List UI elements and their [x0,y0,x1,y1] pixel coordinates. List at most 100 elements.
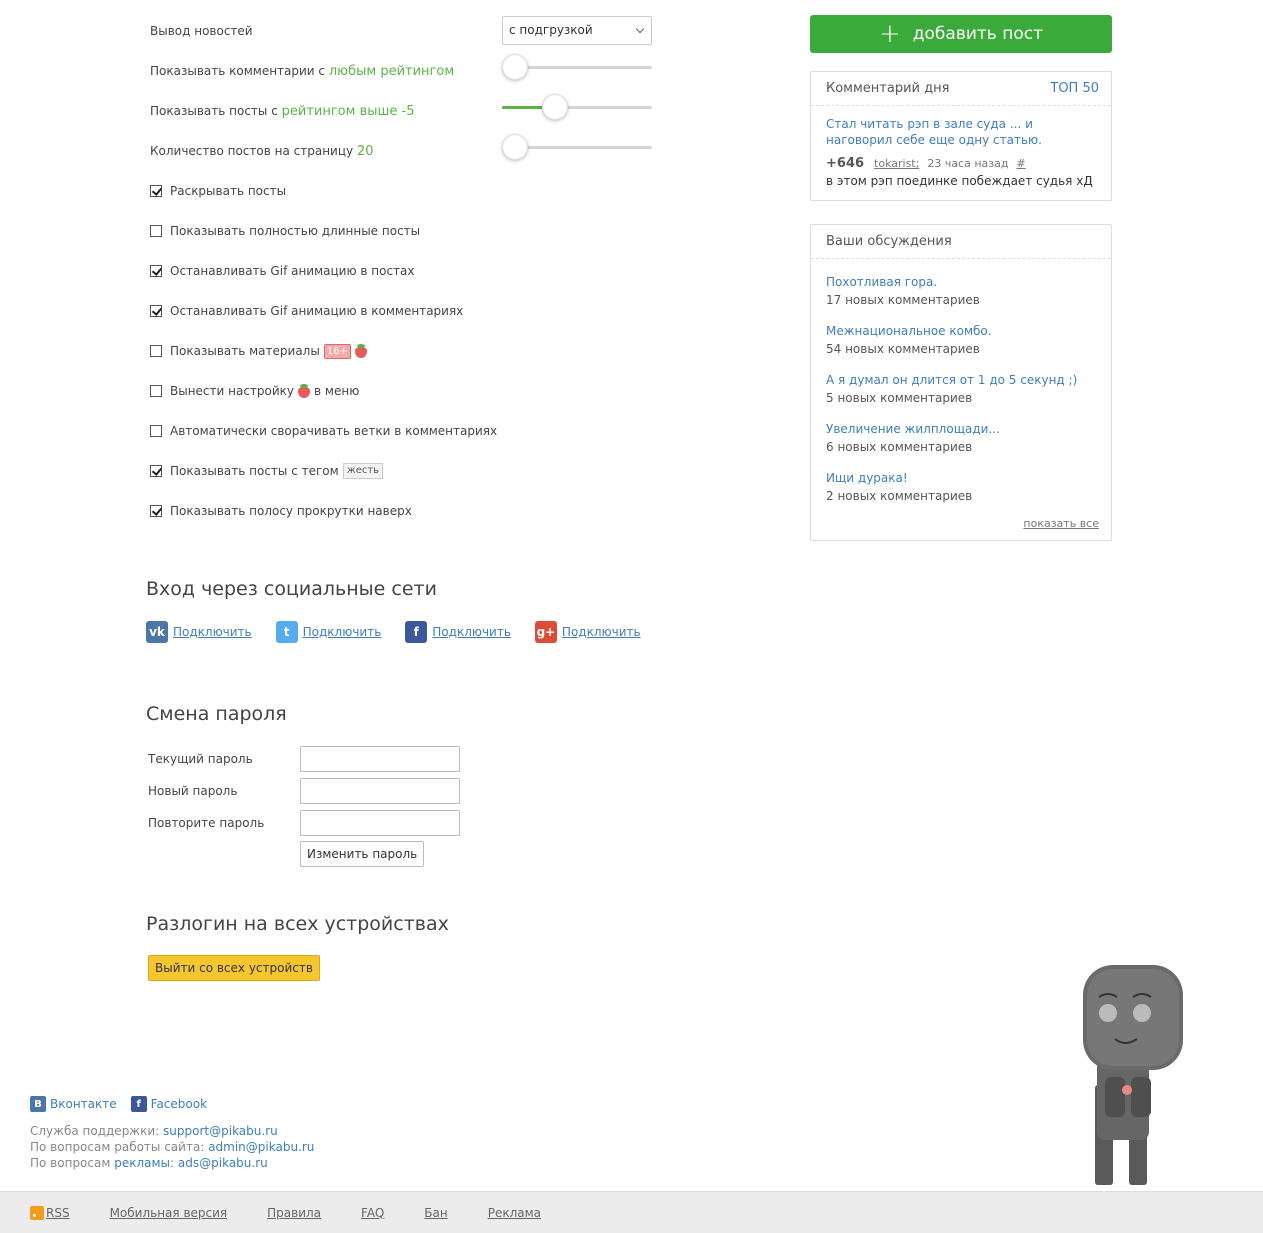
checkbox-checked[interactable] [150,505,162,517]
ads-footer-link[interactable]: Реклама [488,1206,541,1220]
list-item: А я думал он длится от 1 до 5 секунд ;) … [826,371,1096,407]
list-item: Ищи дурака! 2 новых комментариев [826,469,1096,505]
top50-link[interactable]: ТОП 50 [1050,81,1099,96]
slider-knob[interactable] [542,94,568,120]
comment-text: в этом рэп поединке побеждает судья хД [826,174,1093,188]
logout-all-button[interactable]: Выйти со всех устройств [148,955,320,981]
comment-of-day-post-link[interactable]: Стал читать рэп в зале суда ... и нагово… [811,106,1111,148]
twitter-icon: t [275,621,298,643]
footer-facebook-link[interactable]: Facebook [151,1097,207,1111]
checkbox-row-adult-content[interactable]: Показывать материалы 16+ [150,341,660,361]
discussion-link[interactable]: Похотливая гора. [826,273,1096,291]
support-line: Служба поддержки: support@pikabu.ru [30,1123,314,1139]
posts-per-page-value: 20 [356,143,374,159]
comments-rating-slider[interactable] [502,54,652,80]
checkbox-unchecked[interactable] [150,385,162,397]
faq-link[interactable]: FAQ [361,1206,384,1220]
show-all-link[interactable]: показать все [811,505,1111,540]
connect-link[interactable]: Подключить [173,625,252,639]
connect-link[interactable]: Подключить [562,625,641,639]
checkbox-row-tag-posts[interactable]: Показывать посты с тегом жесть [150,461,660,481]
checkbox-checked[interactable] [150,465,162,477]
ban-link[interactable]: Бан [424,1206,447,1220]
rules-link[interactable]: Правила [267,1206,321,1220]
repeat-password-input[interactable] [300,810,460,836]
ads-line: По вопросам рекламы: ads@pikabu.ru [30,1156,268,1170]
posts-per-page-slider[interactable] [502,134,652,160]
discussion-count: 5 новых комментариев [826,391,973,405]
new-password-label: Новый пароль [148,784,238,798]
strawberry-icon [354,344,367,358]
rss-icon [30,1205,44,1220]
checkbox-row-collapse-branches[interactable]: Автоматически сворачивать ветки в коммен… [150,421,660,441]
posts-rating-slider[interactable] [502,94,652,120]
checkbox-label-suffix: в меню [314,384,360,398]
vk-icon: B [30,1096,46,1112]
discussion-link[interactable]: А я думал он длится от 1 до 5 секунд ;) [826,371,1096,389]
checkbox-row-gif-posts[interactable]: Останавливать Gif анимацию в постах [150,261,660,281]
slider-knob[interactable] [502,134,528,160]
add-post-label: добавить пост [912,24,1043,44]
new-password-input[interactable] [300,778,460,804]
checkbox-checked[interactable] [150,185,162,197]
social-item-twitter[interactable]: t Подключить [275,621,382,643]
list-item: Увеличение жилплощади... 6 новых коммент… [826,420,1096,456]
checkbox-row-expand-posts[interactable]: Раскрывать посты [150,181,660,201]
checkbox-label: Автоматически сворачивать ветки в коммен… [170,424,498,438]
repeat-password-label: Повторите пароль [148,816,265,830]
checkbox-row-scroll-top[interactable]: Показывать полосу прокрутки наверх [150,501,660,521]
logout-heading: Разлогин на всех устройствах [146,913,449,935]
discussion-link[interactable]: Увеличение жилплощади... [826,420,1096,438]
checkbox-label: Показывать материалы [170,344,320,358]
connect-link[interactable]: Подключить [432,625,511,639]
comments-rating-value: любым рейтингом [328,63,455,79]
social-item-vk[interactable]: vk Подключить [146,621,252,643]
comment-author-link[interactable]: tokarist; [874,157,919,170]
footer-vk-link[interactable]: Вконтакте [50,1097,117,1111]
mobile-version-link[interactable]: Мобильная версия [110,1206,228,1220]
admin-prefix: По вопросам работы сайта: [30,1140,205,1154]
checkbox-row-long-posts[interactable]: Показывать полностью длинные посты [150,221,660,241]
tag-chip[interactable]: жесть [342,463,384,479]
connect-link[interactable]: Подключить [303,625,382,639]
footer-contacts: Служба поддержки: support@pikabu.ru По в… [30,1123,314,1171]
checkbox-checked[interactable] [150,265,162,277]
add-post-button[interactable]: + добавить пост [810,15,1112,53]
new-password-row: Новый пароль [148,778,460,804]
posts-rating-label: Показывать посты с [150,104,278,118]
repeat-password-row: Повторите пароль [148,810,460,836]
comment-meta: +646 tokarist; 23 часа назад # [811,148,1111,171]
discussion-link[interactable]: Ищи дурака! [826,469,1096,487]
comment-time: 23 часа назад [927,157,1009,170]
admin-email-link[interactable]: admin@pikabu.ru [208,1140,314,1154]
news-output-value: с подгрузкой [509,23,593,37]
discussion-link[interactable]: Межнациональное комбо. [826,322,1096,340]
checkbox-row-menu-setting[interactable]: Вынести настройку в меню [150,381,660,401]
checkbox-label: Показывать посты с тегом [170,464,339,478]
current-password-input[interactable] [300,746,460,772]
checkbox-unchecked[interactable] [150,345,162,357]
checkbox-checked[interactable] [150,305,162,317]
footer-social: B Вконтакте f Facebook [30,1096,221,1112]
vk-icon: vk [146,621,168,643]
social-item-facebook[interactable]: f Подключить [405,621,511,643]
news-output-select[interactable]: с подгрузкой [502,16,652,45]
discussions-list: Похотливая гора. 17 новых комментариев М… [811,259,1111,505]
slider-knob[interactable] [502,54,528,80]
comment-of-day-header: Комментарий дня ТОП 50 [811,72,1111,106]
list-item: Похотливая гора. 17 новых комментариев [826,273,1096,309]
rss-link[interactable]: RSS [30,1205,70,1220]
ads-link[interactable]: рекламы [114,1156,170,1170]
comment-permalink[interactable]: # [1016,157,1025,170]
checkbox-row-gif-comments[interactable]: Останавливать Gif анимацию в комментария… [150,301,660,321]
support-email-link[interactable]: support@pikabu.ru [163,1124,278,1138]
discussion-count: 54 новых комментариев [826,342,980,356]
ads-email-link[interactable]: ads@pikabu.ru [178,1156,268,1170]
checkbox-unchecked[interactable] [150,425,162,437]
checkbox-label: Останавливать Gif анимацию в комментария… [170,304,464,318]
checkbox-unchecked[interactable] [150,225,162,237]
discussion-count: 17 новых комментариев [826,293,980,307]
social-item-google-plus[interactable]: g+ Подключить [534,621,641,643]
change-password-button[interactable]: Изменить пароль [300,841,425,867]
list-item: Межнациональное комбо. 54 новых коммента… [826,322,1096,358]
